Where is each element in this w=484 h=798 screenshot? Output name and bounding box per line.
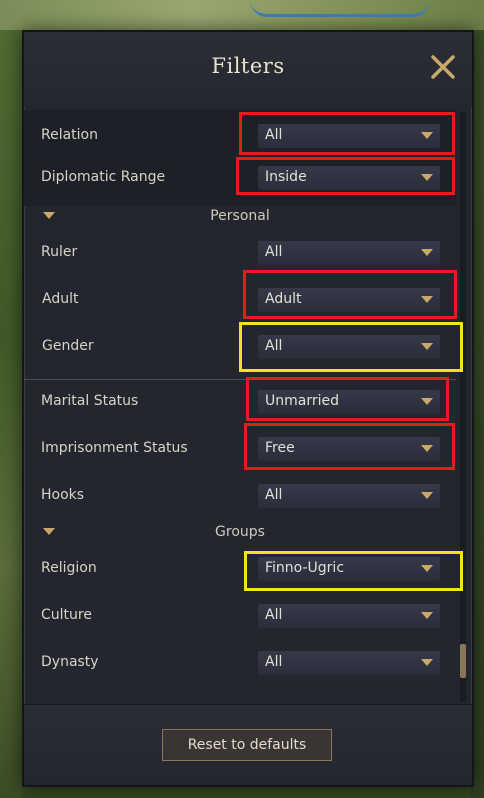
highlight-gender — [239, 322, 463, 372]
imprisonment-status-label: Imprisonment Status — [41, 440, 188, 456]
highlight-relation — [239, 112, 455, 155]
ruler-label: Ruler — [41, 244, 78, 260]
marital-status-label: Marital Status — [41, 393, 139, 409]
highlight-imprisonment-status — [244, 423, 455, 470]
adult-label: Adult — [42, 291, 79, 307]
map-edge-left — [0, 30, 22, 798]
chevron-down-icon — [421, 492, 433, 499]
gender-label: Gender — [42, 338, 94, 354]
section-groups-title: Groups — [215, 524, 265, 540]
close-icon[interactable] — [428, 52, 458, 82]
chevron-down-icon — [421, 249, 433, 256]
highlight-religion — [244, 551, 463, 591]
relation-label: Relation — [41, 127, 98, 143]
diplomatic-range-label: Diplomatic Range — [41, 169, 166, 185]
dynasty-dropdown[interactable]: All — [258, 651, 440, 675]
title-bar: Filters — [24, 32, 472, 107]
map-river — [0, 0, 484, 30]
highlight-diplomatic-range — [236, 157, 455, 195]
hooks-dropdown[interactable]: All — [258, 484, 440, 508]
chevron-down-icon — [421, 659, 433, 666]
dynasty-label: Dynasty — [41, 654, 99, 670]
hooks-label: Hooks — [41, 487, 85, 503]
section-personal-header[interactable]: Personal — [24, 206, 456, 228]
highlight-marital-status — [246, 377, 449, 421]
section-personal-title: Personal — [210, 208, 270, 224]
highlight-adult — [243, 270, 457, 319]
section-groups-header[interactable]: Groups — [24, 522, 456, 544]
dynasty-value: All — [265, 654, 283, 670]
hooks-value: All — [265, 487, 283, 503]
culture-label: Culture — [41, 607, 92, 623]
ruler-dropdown[interactable]: All — [258, 241, 440, 265]
filters-dialog: Filters Relation All Diplomatic Range In… — [22, 30, 474, 787]
scrollbar-track[interactable] — [460, 112, 466, 702]
reset-defaults-button[interactable]: Reset to defaults — [162, 729, 332, 761]
culture-value: All — [265, 607, 283, 623]
ruler-value: All — [265, 244, 283, 260]
religion-label: Religion — [41, 560, 97, 576]
chevron-down-icon — [421, 612, 433, 619]
culture-dropdown[interactable]: All — [258, 604, 440, 628]
footer: Reset to defaults — [24, 704, 472, 785]
scrollbar-thumb[interactable] — [460, 644, 466, 678]
dialog-title: Filters — [211, 54, 285, 78]
